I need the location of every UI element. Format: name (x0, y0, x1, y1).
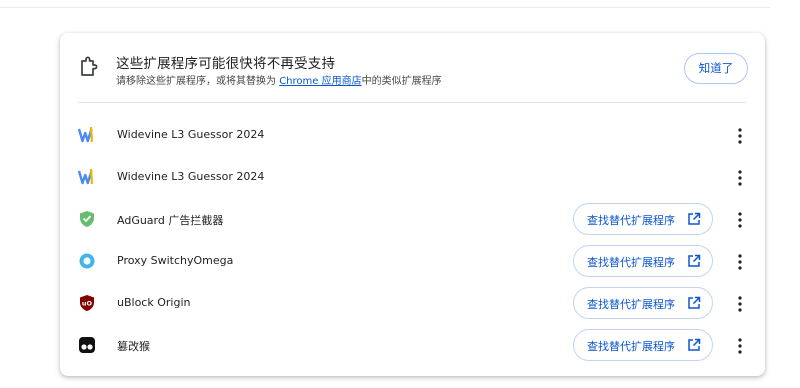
card-header: 这些扩展程序可能很快将不再受支持 请移除这些扩展程序，或将其替换为 Chrome… (60, 33, 765, 103)
extension-row: Widevine L3 Guessor 2024 (60, 157, 765, 198)
chrome-web-store-link[interactable]: Chrome 应用商店 (279, 76, 361, 87)
widevine-w-icon (78, 126, 94, 143)
adguard-shield-icon (80, 211, 94, 227)
extension-name: 篡改猴 (117, 340, 150, 353)
find-alternative-button[interactable]: 查找替代扩展程序 (573, 329, 713, 361)
extension-row: Proxy SwitchyOmega 查找替代扩展程序 (60, 241, 765, 282)
find-alternative-label: 查找替代扩展程序 (587, 256, 675, 269)
find-alternative-label: 查找替代扩展程序 (587, 340, 675, 353)
more-options-icon[interactable] (733, 253, 747, 271)
open-in-new-icon (688, 212, 701, 225)
find-alternative-label: 查找替代扩展程序 (587, 298, 675, 311)
more-options-icon[interactable] (733, 127, 747, 145)
extension-row: Widevine L3 Guessor 2024 (60, 115, 765, 156)
find-alternative-button[interactable]: 查找替代扩展程序 (573, 203, 713, 235)
header-divider (78, 102, 746, 103)
extension-row: AdGuard 广告拦截器 查找替代扩展程序 (60, 199, 765, 240)
more-options-icon[interactable] (733, 211, 747, 229)
tampermonkey-icon (79, 337, 95, 353)
extension-name: AdGuard 广告拦截器 (117, 214, 224, 227)
extension-row: uO uBlock Origin 查找替代扩展程序 (60, 283, 765, 324)
extension-name: Widevine L3 Guessor 2024 (117, 170, 265, 183)
find-alternative-button[interactable]: 查找替代扩展程序 (573, 245, 713, 277)
switchyomega-circle-icon (79, 253, 95, 269)
extension-puzzle-icon (81, 56, 98, 76)
extension-name: Widevine L3 Guessor 2024 (117, 128, 265, 141)
open-in-new-icon (688, 296, 701, 309)
open-in-new-icon (688, 254, 701, 267)
extension-name: Proxy SwitchyOmega (117, 254, 234, 267)
widevine-w-icon (78, 168, 94, 185)
ublock-shield-icon: uO (80, 295, 94, 311)
more-options-icon[interactable] (733, 295, 747, 313)
extension-row: 篡改猴 查找替代扩展程序 (60, 325, 765, 366)
subtitle-text-after: 中的类似扩展程序 (361, 76, 442, 87)
find-alternative-label: 查找替代扩展程序 (587, 214, 675, 227)
extension-name: uBlock Origin (117, 296, 191, 309)
open-in-new-icon (688, 338, 701, 351)
top-divider (0, 7, 770, 8)
unsupported-extensions-card: 这些扩展程序可能很快将不再受支持 请移除这些扩展程序，或将其替换为 Chrome… (60, 33, 765, 376)
svg-text:uO: uO (82, 300, 93, 308)
find-alternative-button[interactable]: 查找替代扩展程序 (573, 287, 713, 319)
more-options-icon[interactable] (733, 337, 747, 355)
subtitle-text-before: 请移除这些扩展程序，或将其替换为 (116, 76, 280, 87)
card-title: 这些扩展程序可能很快将不再受支持 (116, 56, 336, 72)
card-subtitle: 请移除这些扩展程序，或将其替换为 Chrome 应用商店中的类似扩展程序 (116, 72, 442, 87)
got-it-button[interactable]: 知道了 (684, 53, 748, 84)
more-options-icon[interactable] (733, 169, 747, 187)
